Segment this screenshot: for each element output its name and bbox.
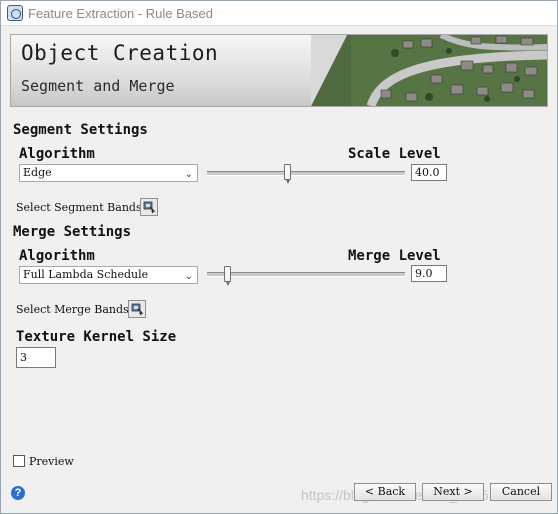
scale-level-slider-track[interactable]: [207, 171, 405, 176]
cancel-button[interactable]: Cancel: [490, 483, 552, 501]
preview-label: Preview: [29, 455, 74, 468]
scale-level-label: Scale Level: [348, 146, 441, 162]
select-segment-bands-label: Select Segment Bands: [16, 201, 142, 214]
merge-level-label: Merge Level: [348, 248, 441, 264]
segment-algorithm-label: Algorithm: [19, 146, 95, 162]
bands-icon: [131, 303, 144, 316]
segment-settings-heading: Segment Settings: [13, 122, 148, 138]
segment-algorithm-value: Edge: [23, 166, 52, 179]
merge-level-slider-track[interactable]: [207, 272, 405, 277]
scale-level-input[interactable]: 40.0: [411, 164, 447, 181]
banner-title: Object Creation: [21, 41, 219, 65]
bands-icon: [143, 201, 156, 214]
merge-level-input[interactable]: 9.0: [411, 265, 447, 282]
wizard-banner: Object Creation Segment and Merge: [10, 34, 548, 107]
banner-subtitle: Segment and Merge: [21, 77, 175, 95]
segment-algorithm-select[interactable]: Edge ⌄: [19, 164, 198, 182]
back-button[interactable]: < Back: [354, 483, 416, 501]
feature-extraction-dialog: Feature Extraction - Rule Based Object C…: [0, 0, 558, 514]
texture-kernel-size-input[interactable]: 3: [16, 347, 56, 368]
preview-checkbox[interactable]: [13, 455, 25, 467]
texture-kernel-size-label: Texture Kernel Size: [16, 329, 177, 345]
aerial-image: [311, 35, 547, 106]
select-merge-bands-button[interactable]: [128, 300, 146, 318]
app-icon: [7, 5, 23, 21]
chevron-down-icon: ⌄: [184, 169, 193, 180]
chevron-down-icon: ⌄: [184, 271, 193, 282]
window-title: Feature Extraction - Rule Based: [28, 6, 213, 21]
scale-level-slider-thumb[interactable]: [284, 164, 291, 184]
merge-algorithm-value: Full Lambda Schedule: [23, 268, 149, 281]
merge-level-slider-thumb[interactable]: [224, 266, 231, 286]
select-segment-bands-button[interactable]: [140, 198, 158, 216]
merge-algorithm-label: Algorithm: [19, 248, 95, 264]
title-bar: Feature Extraction - Rule Based: [1, 1, 557, 26]
help-icon[interactable]: ?: [11, 486, 25, 500]
select-merge-bands-label: Select Merge Bands: [16, 303, 129, 316]
next-button[interactable]: Next >: [422, 483, 484, 501]
merge-algorithm-select[interactable]: Full Lambda Schedule ⌄: [19, 266, 198, 284]
merge-settings-heading: Merge Settings: [13, 224, 132, 240]
